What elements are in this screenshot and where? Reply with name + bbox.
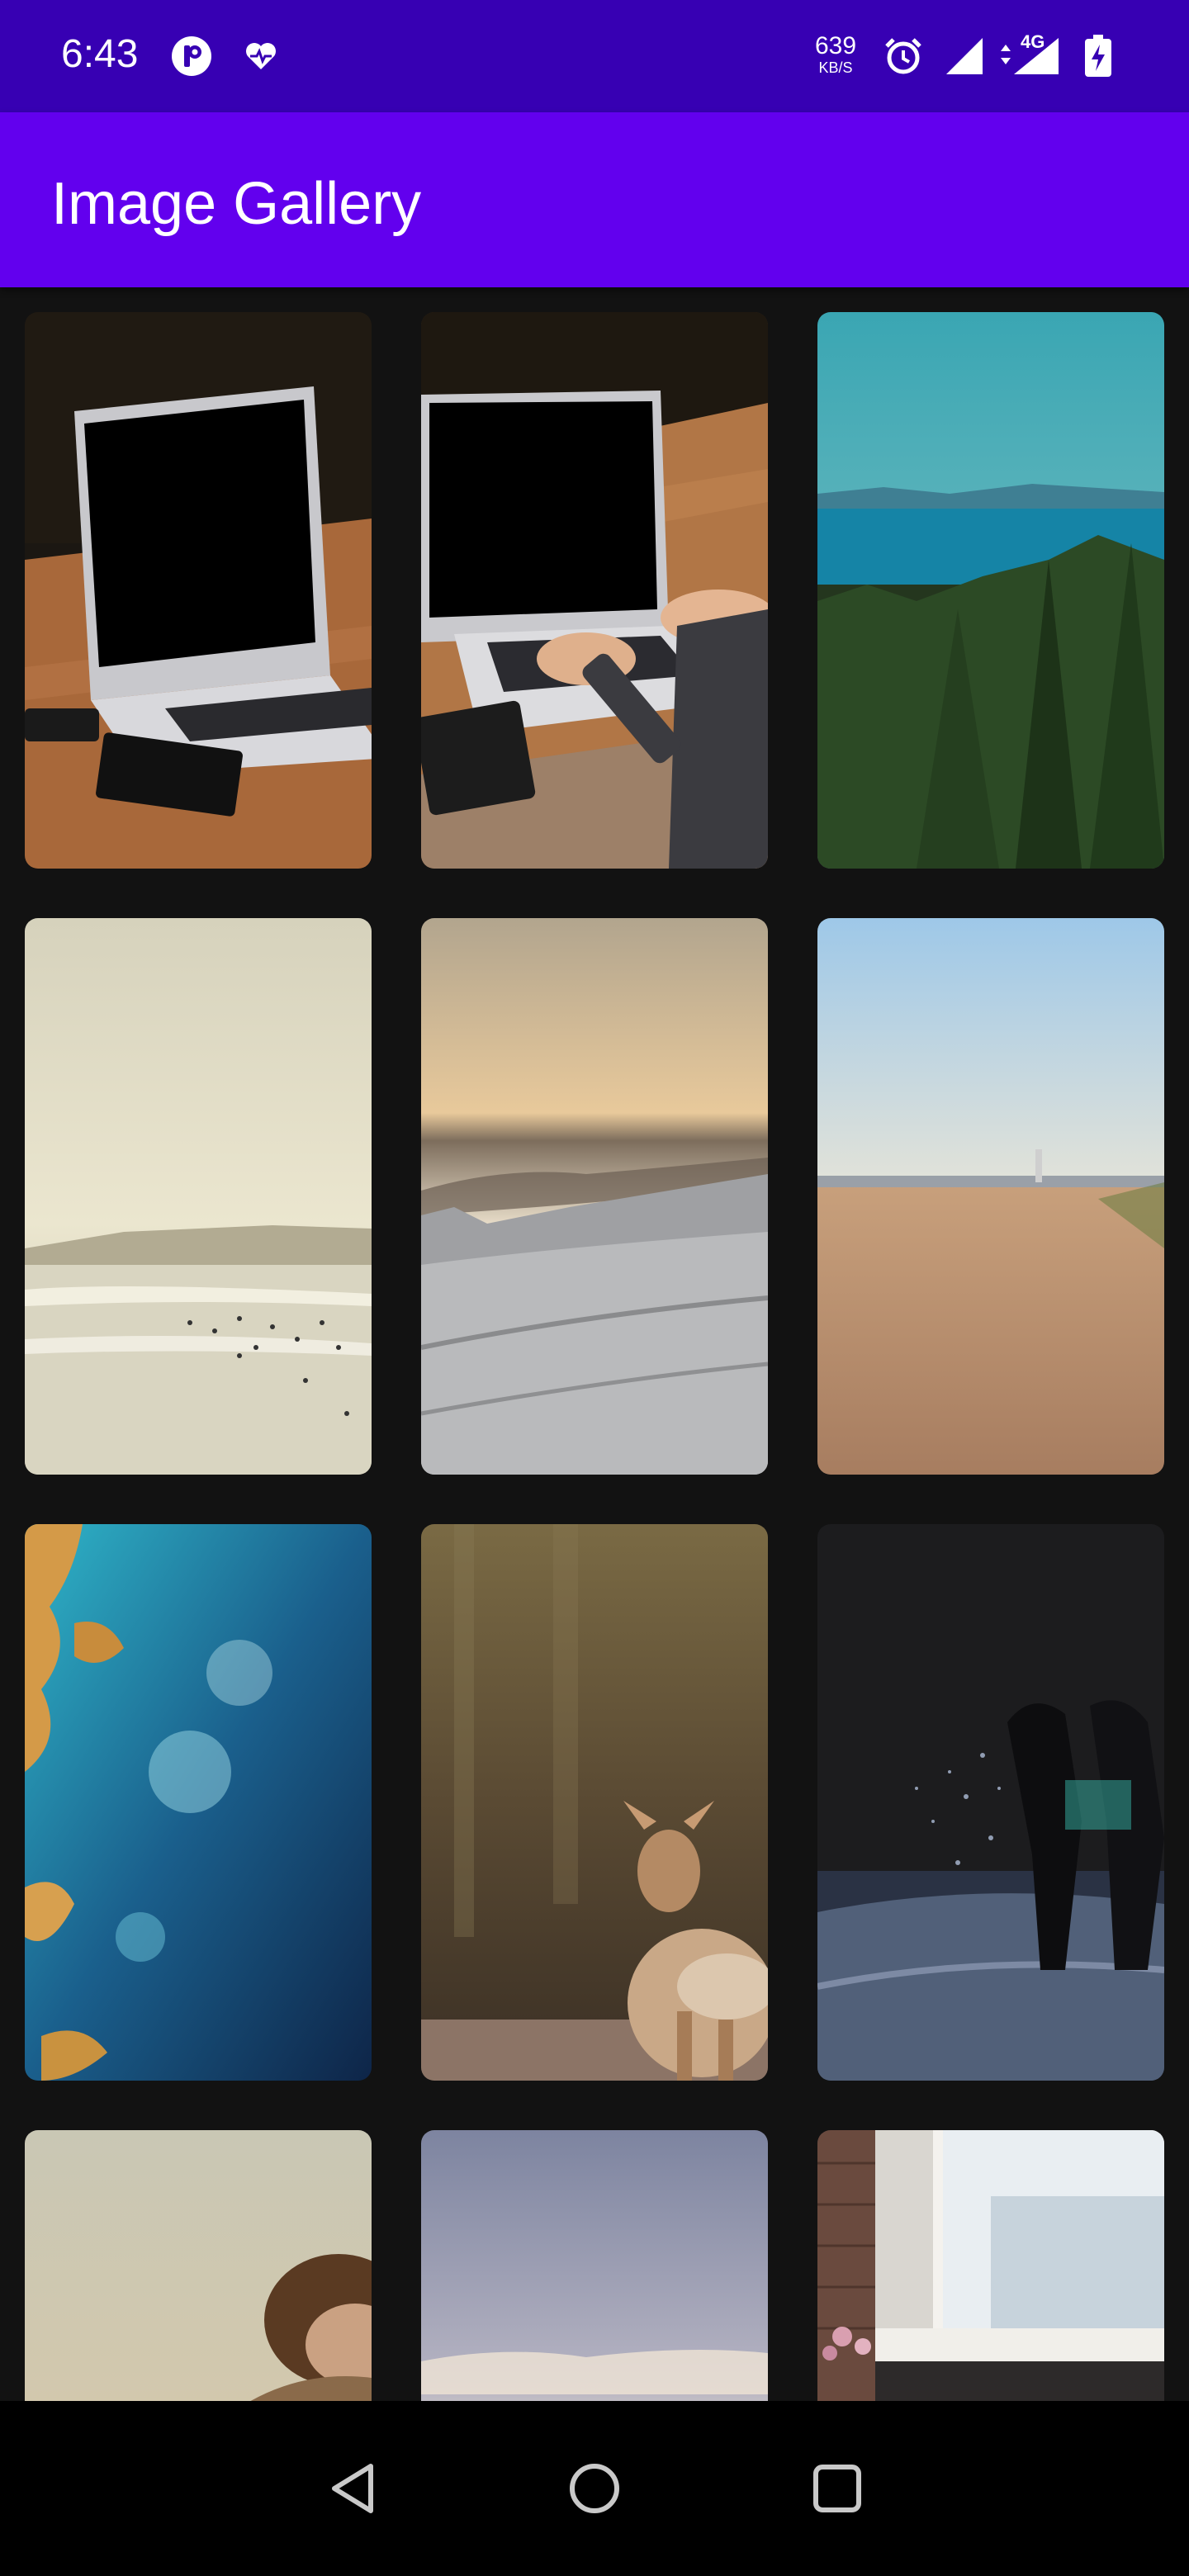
back-triangle-icon <box>332 2464 373 2513</box>
network-speed-value: 639 <box>814 32 857 59</box>
gallery-image-10[interactable] <box>25 2130 372 2401</box>
signal-icon <box>943 35 986 78</box>
gallery-image-7[interactable] <box>25 1524 372 2081</box>
network-speed: 639 KB/S <box>809 32 862 77</box>
gallery-image-4[interactable] <box>25 918 372 1475</box>
gallery-image-8[interactable] <box>421 1524 768 2081</box>
health-icon <box>239 35 282 78</box>
mobile-network-icon: 4G <box>996 31 1062 78</box>
gallery-image-9[interactable] <box>817 1524 1164 2081</box>
status-time: 6:43 <box>61 32 139 76</box>
alarm-icon <box>882 35 925 78</box>
network-speed-unit: KB/S <box>818 59 853 76</box>
page-title: Image Gallery <box>51 171 422 237</box>
gallery-image-5[interactable] <box>421 918 768 1475</box>
recents-button[interactable] <box>804 2455 870 2522</box>
gallery-image-1[interactable] <box>25 312 372 869</box>
app-bar: Image Gallery <box>0 112 1189 287</box>
gallery-image-11[interactable] <box>421 2130 768 2401</box>
back-button[interactable] <box>320 2455 386 2522</box>
status-bar: 6:43 639 KB/S 4G <box>0 0 1189 112</box>
navigation-bar <box>0 2401 1189 2576</box>
gallery-image-2[interactable] <box>421 312 768 869</box>
gallery-image-3[interactable] <box>817 312 1164 869</box>
home-circle-icon <box>570 2464 619 2513</box>
battery-charging-icon <box>1077 35 1120 78</box>
image-gallery-grid[interactable] <box>0 287 1189 2401</box>
network-type-label: 4G <box>1021 31 1045 52</box>
app-notification-icon <box>170 35 213 78</box>
gallery-image-12[interactable] <box>817 2130 1164 2401</box>
home-button[interactable] <box>561 2455 628 2522</box>
recents-square-icon <box>813 2465 861 2512</box>
gallery-image-6[interactable] <box>817 918 1164 1475</box>
